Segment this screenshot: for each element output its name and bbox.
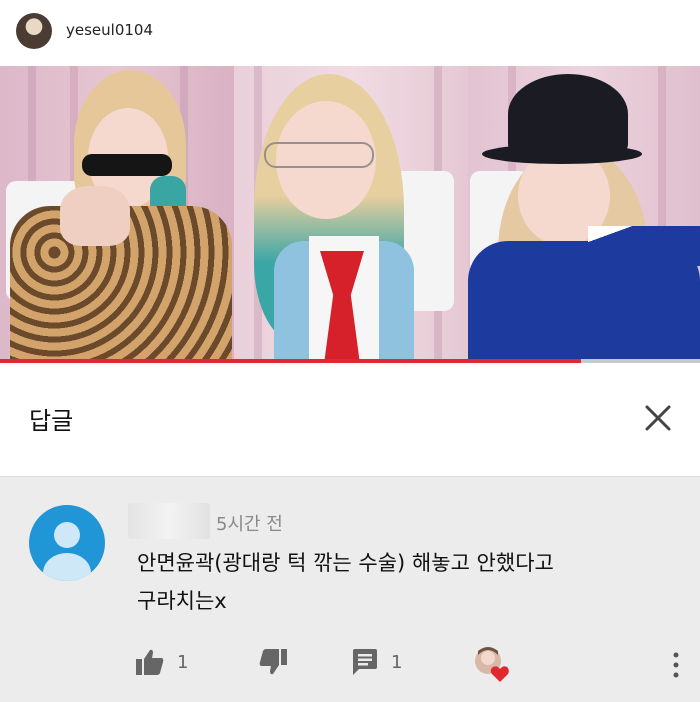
close-icon[interactable] [640,400,676,436]
video-panel-right [468,66,700,359]
thumbs-down-icon [259,649,287,675]
thumbs-up-icon [136,649,164,675]
default-user-avatar-icon[interactable] [29,505,105,581]
like-button[interactable]: 1 [135,647,188,677]
dislike-button[interactable] [258,647,288,677]
profile-avatar[interactable] [16,13,52,49]
reply-button[interactable]: 1 [351,647,402,677]
comment-text-line-2: 구라치는x [137,589,227,613]
comment-timestamp: 5시간 전 [216,514,283,535]
creator-heart-icon [472,645,510,683]
reply-count: 1 [391,651,403,673]
username[interactable]: yeseul0104 [66,21,153,39]
more-vert-icon[interactable] [664,650,688,680]
video-player[interactable] [0,66,700,363]
reply-panel-header: 답글 [0,363,700,476]
comment-icon [353,649,377,675]
comment-text-line-1: 안면윤곽(광대랑 턱 깎는 수술) 해놓고 안했다고 [137,551,554,575]
top-header: yeseul0104 [0,0,700,66]
video-panel-left [0,66,234,359]
video-panel-center [234,66,468,359]
comment-body: 안면윤곽(광대랑 턱 깎는 수술) 해놓고 안했다고 구라치는x [137,544,657,620]
like-count: 1 [177,651,189,673]
reply-panel-title: 답글 [29,407,74,435]
commenter-name-blurred [128,503,210,539]
